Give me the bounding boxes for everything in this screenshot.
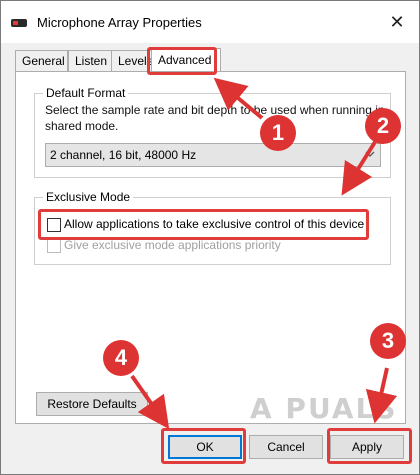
annotation-arrows xyxy=(130,77,398,430)
step-badge-1: 1 xyxy=(260,115,296,151)
step-badge-3: 3 xyxy=(370,323,406,359)
arrow-to-ok-button xyxy=(130,374,170,430)
step-badge-4: 4 xyxy=(103,340,139,376)
step-badge-2: 2 xyxy=(365,108,401,144)
arrow-to-apply-button xyxy=(365,367,398,424)
arrow-to-advanced-tab xyxy=(213,77,264,120)
arrow-to-exclusive-checkbox xyxy=(341,140,377,196)
